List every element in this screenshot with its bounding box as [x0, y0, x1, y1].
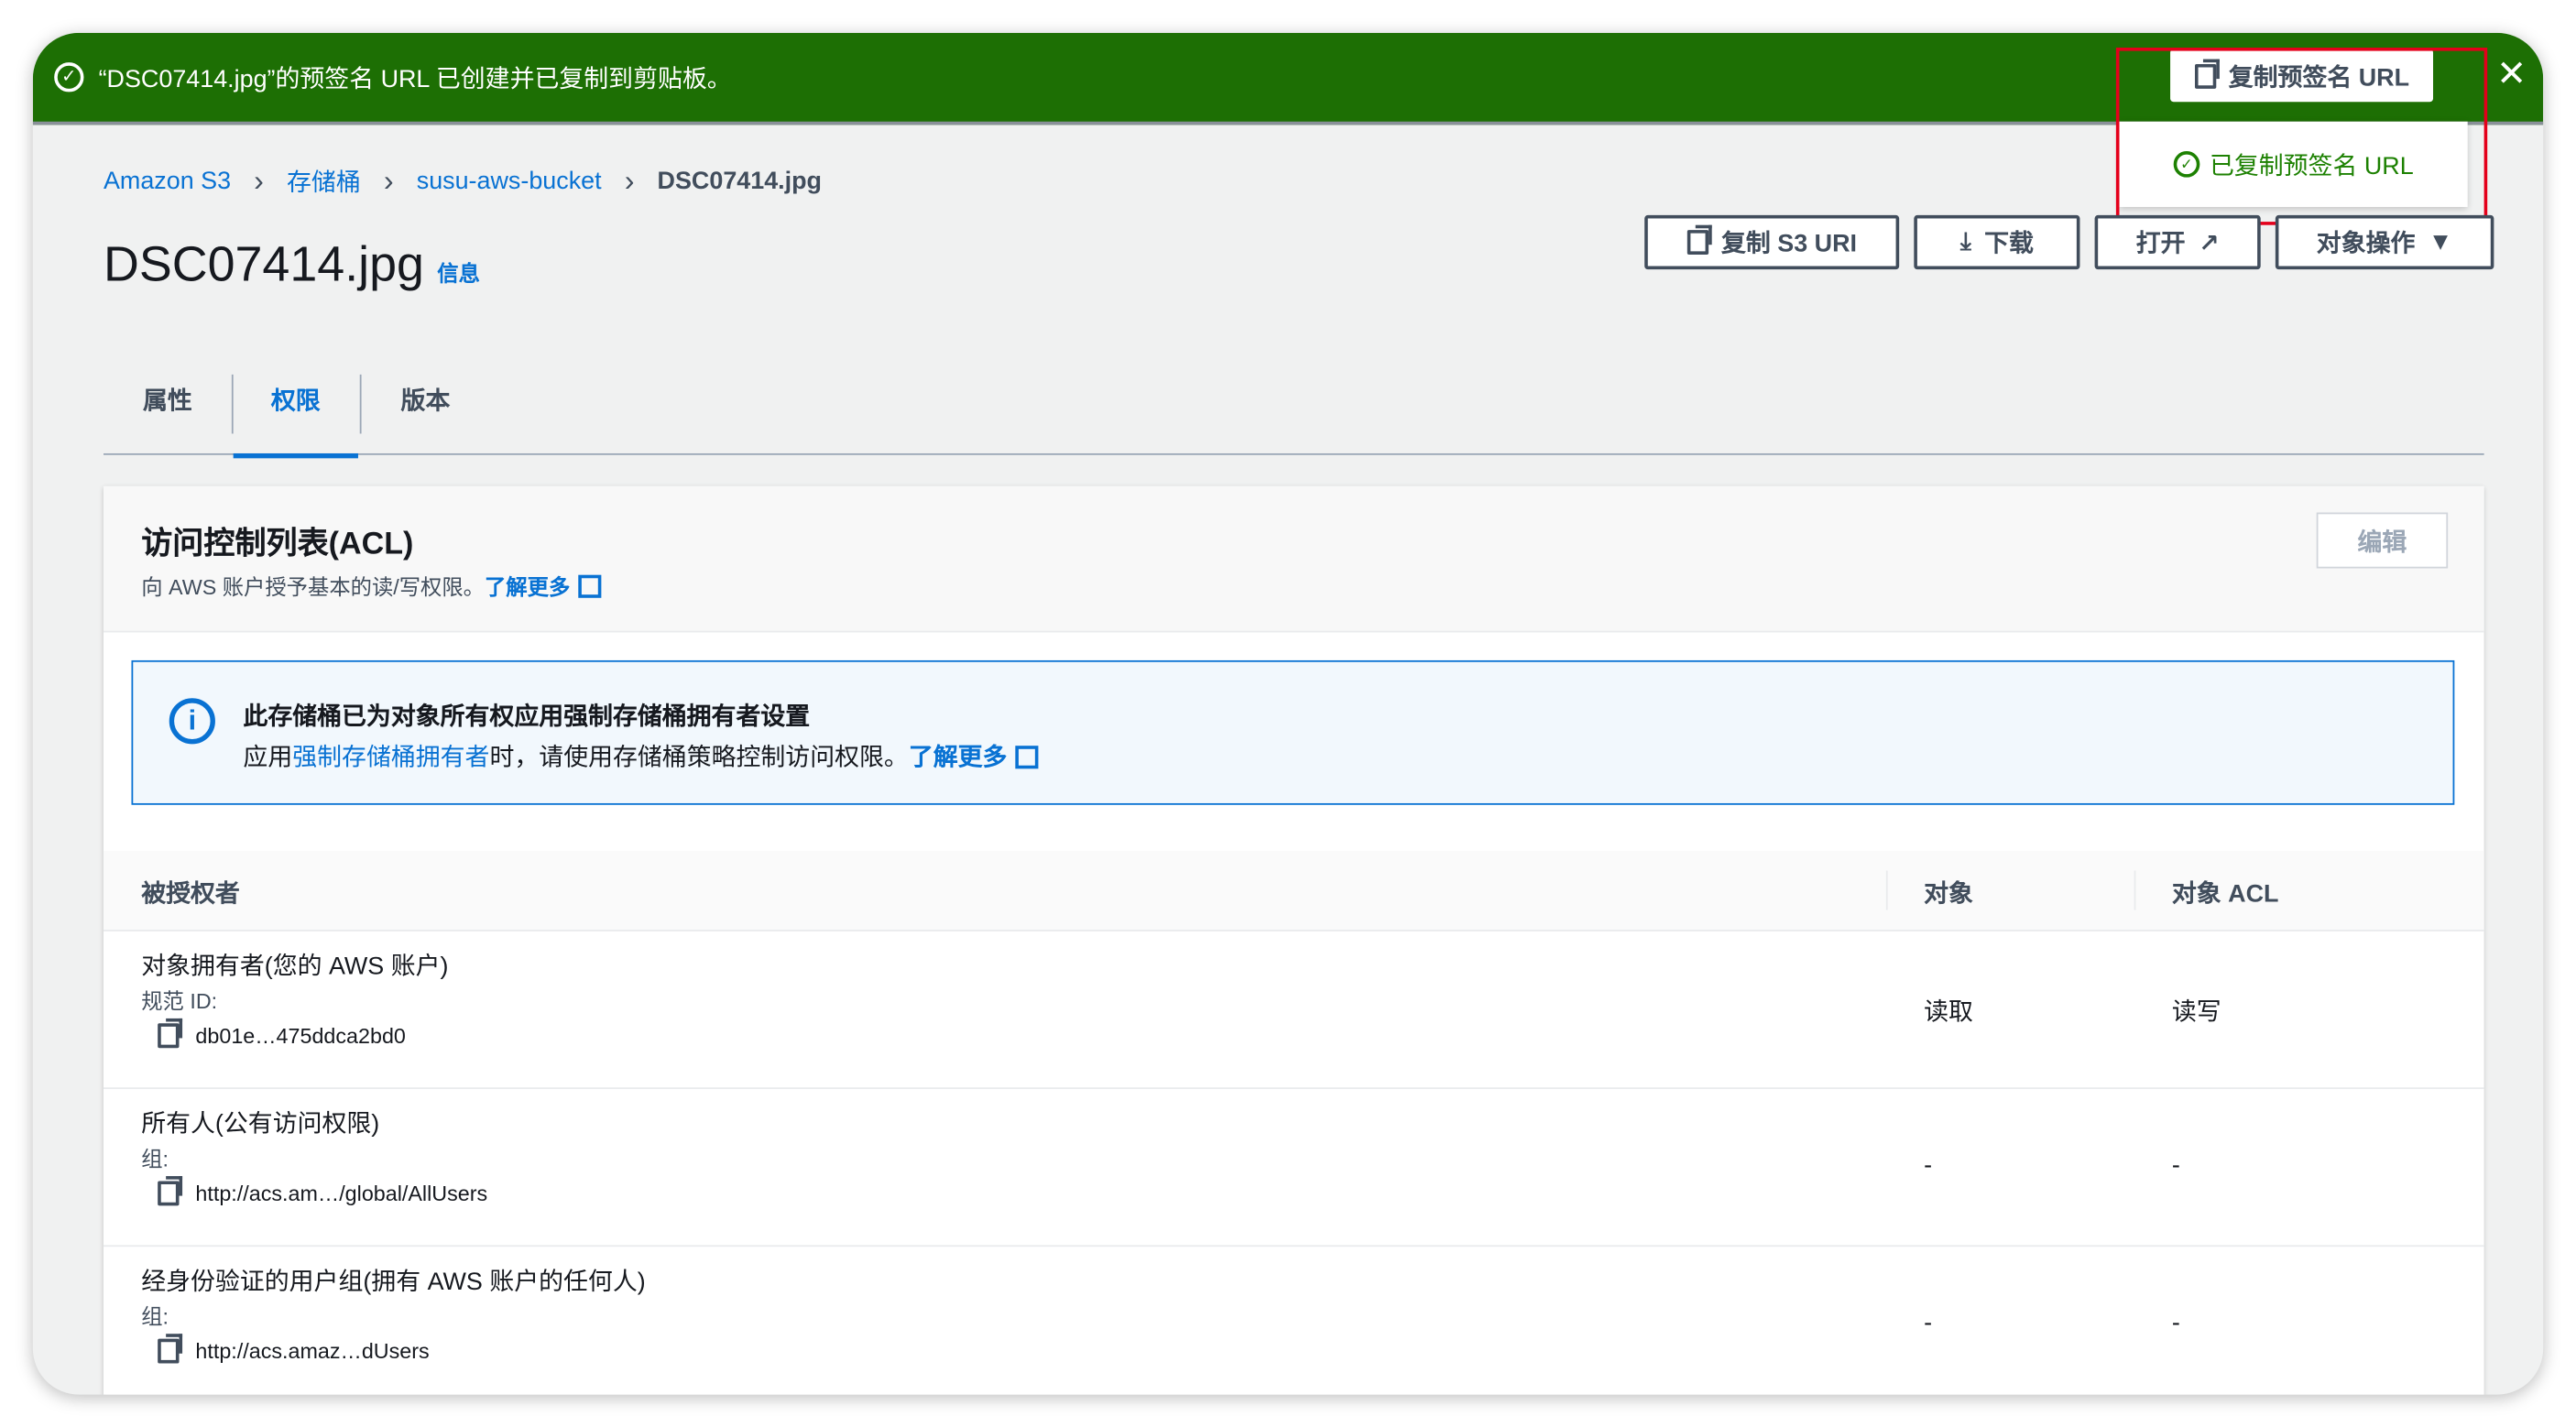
chevron-right-icon: › — [383, 164, 394, 198]
alert-body: 应用强制存储桶拥有者时，请使用存储桶策略控制访问权限。了解更多 — [243, 739, 1039, 774]
chevron-right-icon: › — [624, 164, 635, 198]
download-button[interactable]: ⤓ 下载 — [1914, 214, 2080, 270]
highlight-box — [2115, 48, 2488, 225]
open-button[interactable]: 打开 ↗ — [2094, 214, 2261, 270]
alert-title: 此存储桶已为对象所有权应用强制存储桶拥有者设置 — [243, 703, 811, 732]
grantee-value: http://acs.amaz…dUsers — [158, 1334, 430, 1364]
acl-panel: 访问控制列表(ACL) 向 AWS 账户授予基本的读/写权限。了解更多 编辑 i… — [103, 485, 2484, 1395]
grantee-value: db01e…475ddca2bd0 — [158, 1018, 406, 1049]
page-title: DSC07414.jpg 信息 — [103, 238, 480, 293]
chevron-right-icon: › — [254, 164, 264, 198]
bucket-owner-enforced-link[interactable]: 强制存储桶拥有者 — [292, 744, 489, 771]
banner-message: “DSC07414.jpg”的预签名 URL 已创建并已复制到剪贴板。 — [98, 65, 732, 94]
s3-object-page: ✓ “DSC07414.jpg”的预签名 URL 已创建并已复制到剪贴板。 ✕ … — [32, 32, 2544, 1395]
panel-description: 向 AWS 账户授予基本的读/写权限。了解更多 — [141, 570, 602, 601]
download-icon: ⤓ — [1959, 228, 1971, 256]
object-permission: 读取 — [1924, 998, 1973, 1027]
column-divider — [1885, 870, 1888, 910]
external-link-icon — [1015, 746, 1039, 769]
info-link[interactable]: 信息 — [437, 261, 480, 286]
panel-title: 访问控制列表(ACL) — [141, 527, 414, 562]
close-icon[interactable]: ✕ — [2496, 52, 2527, 95]
grantee-label: 规范 ID: — [141, 988, 218, 1014]
breadcrumb-bucket[interactable]: susu-aws-bucket — [417, 168, 602, 195]
column-divider — [2134, 870, 2136, 910]
tab-properties[interactable]: 属性 — [104, 362, 232, 453]
column-grantee: 被授权者 — [141, 880, 240, 909]
external-link-icon: ↗ — [2198, 229, 2220, 257]
grantee-name: 经身份验证的用户组(拥有 AWS 账户的任何人) — [141, 1268, 646, 1296]
acl-permission: - — [2171, 1309, 2180, 1337]
grantee-label: 组: — [141, 1303, 169, 1329]
info-icon: i — [169, 698, 215, 745]
learn-more-link[interactable]: 了解更多 — [909, 744, 1039, 772]
table-header: 被授权者 对象 对象 ACL — [103, 850, 2484, 931]
copy-s3-uri-button[interactable]: 复制 S3 URI — [1644, 214, 1900, 270]
tabs: 属性 权限 版本 — [103, 362, 2484, 459]
table-row: 经身份验证的用户组(拥有 AWS 账户的任何人) 组: http://acs.am… — [104, 1247, 2484, 1394]
check-circle-icon: ✓ — [54, 62, 84, 93]
table-row: 所有人(公有访问权限) 组: http://acs.am…/global/AllU… — [103, 1089, 2484, 1247]
copy-icon[interactable] — [158, 1334, 183, 1364]
object-actions-dropdown[interactable]: 对象操作 ▼ — [2275, 214, 2494, 270]
acl-permission: 读写 — [2171, 998, 2221, 1027]
grantee-name: 所有人(公有访问权限) — [141, 1110, 380, 1138]
column-object-acl: 对象 ACL — [2171, 880, 2279, 909]
breadcrumb-buckets[interactable]: 存储桶 — [287, 164, 361, 199]
caret-down-icon: ▼ — [2428, 228, 2453, 256]
acl-permission: - — [2171, 1151, 2180, 1180]
table-row: 对象拥有者(您的 AWS 账户) 规范 ID: db01e…475ddca2bd0… — [103, 931, 2484, 1090]
edit-button[interactable]: 编辑 — [2316, 512, 2449, 569]
copy-icon[interactable] — [158, 1176, 183, 1206]
tab-permissions[interactable]: 权限 — [233, 362, 358, 459]
breadcrumb-current: DSC07414.jpg — [657, 167, 822, 196]
grantee-name: 对象拥有者(您的 AWS 账户) — [141, 953, 449, 981]
learn-more-link[interactable]: 了解更多 — [485, 574, 602, 600]
column-object: 对象 — [1924, 880, 1973, 909]
breadcrumb: Amazon S3 › 存储桶 › susu-aws-bucket › DSC0741… — [104, 164, 822, 199]
object-permission: - — [1924, 1151, 1933, 1180]
info-alert: i 此存储桶已为对象所有权应用强制存储桶拥有者设置 应用强制存储桶拥有者时，请使… — [131, 659, 2455, 805]
object-permission: - — [1924, 1309, 1933, 1337]
breadcrumb-s3[interactable]: Amazon S3 — [104, 168, 231, 195]
grantee-value: http://acs.am…/global/AllUsers — [158, 1176, 487, 1206]
copy-icon[interactable] — [158, 1018, 183, 1049]
copy-icon — [1686, 224, 1712, 255]
panel-header: 访问控制列表(ACL) 向 AWS 账户授予基本的读/写权限。了解更多 编辑 — [103, 485, 2484, 633]
grantee-label: 组: — [141, 1146, 169, 1171]
external-link-icon — [578, 574, 602, 598]
tab-versions[interactable]: 版本 — [362, 362, 490, 453]
